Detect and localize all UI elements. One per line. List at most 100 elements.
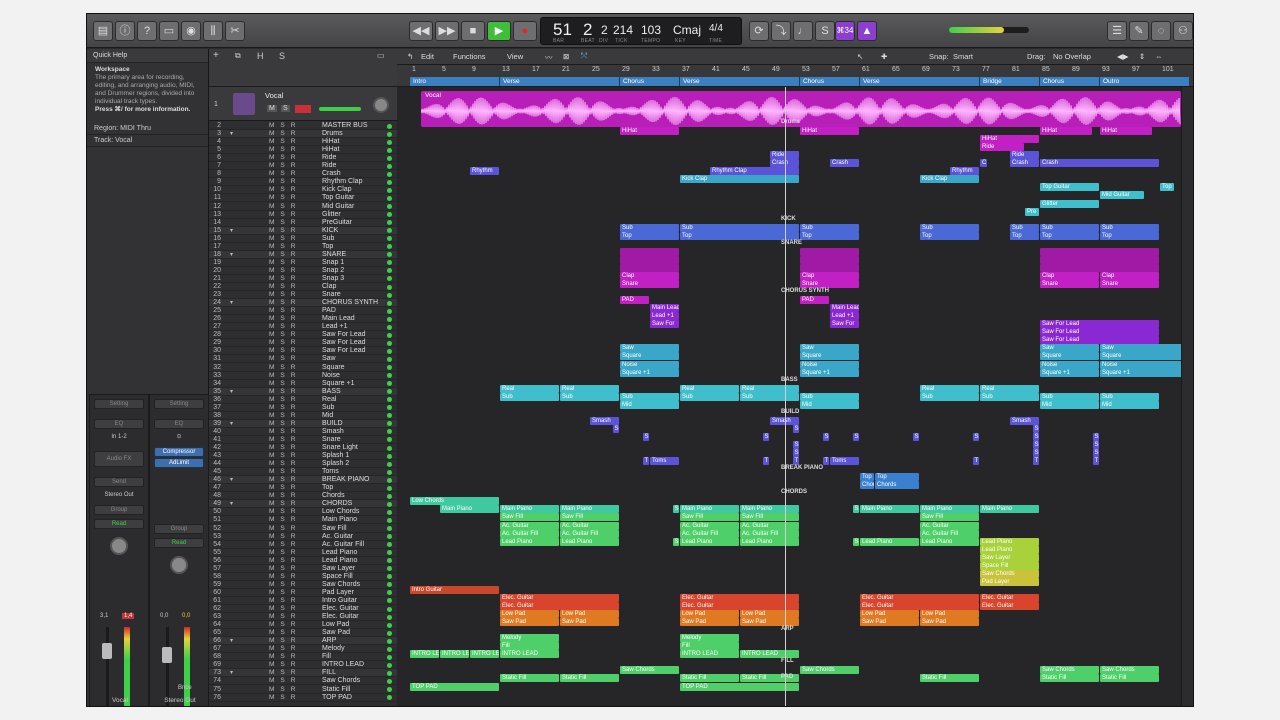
mute-solo-record-buttons[interactable]: MSR <box>269 661 301 669</box>
folder-disclosure-icon[interactable]: ▾ <box>230 227 233 235</box>
region[interactable]: Saw Fill <box>740 513 799 522</box>
region[interactable] <box>1040 247 1159 256</box>
mute-button[interactable]: M <box>267 105 277 112</box>
region[interactable]: Elec. Guitar <box>860 602 979 610</box>
eq-button[interactable]: EQ <box>94 419 144 429</box>
track-row[interactable]: 56 MSR Lead Piano <box>209 557 397 565</box>
region[interactable]: S <box>852 432 859 441</box>
region[interactable]: Elec. Guitar <box>980 593 1039 602</box>
region[interactable]: PAD <box>620 296 649 305</box>
hide-tracks-button[interactable]: H <box>257 51 264 61</box>
region[interactable]: HiHat <box>800 127 859 136</box>
region[interactable]: Lead Piano <box>980 537 1039 546</box>
mute-solo-record-buttons[interactable]: MSR <box>269 525 301 533</box>
track-row[interactable]: 53 MSR Ac. Guitar <box>209 533 397 541</box>
region[interactable]: Glitter <box>1040 199 1099 208</box>
track-row[interactable]: 5 MSR HiHat <box>209 146 397 155</box>
region[interactable]: Ac. Guitar <box>740 521 799 530</box>
region[interactable]: Sub <box>1100 392 1159 401</box>
arrangement-marker[interactable]: Outro <box>1100 77 1190 86</box>
region[interactable] <box>800 263 859 272</box>
region[interactable]: Saw Pad <box>560 618 619 627</box>
pan-knob[interactable] <box>373 97 389 113</box>
region[interactable]: Mid <box>800 400 859 409</box>
track-row[interactable]: 25 MSR PAD <box>209 307 397 316</box>
region[interactable]: Low Pad <box>500 610 559 619</box>
track-row[interactable]: 64 MSR Low Pad <box>209 621 397 630</box>
functions-menu[interactable]: Functions <box>453 52 486 61</box>
folder-disclosure-icon[interactable]: ▾ <box>230 388 233 396</box>
region[interactable]: Low Chords <box>410 497 499 506</box>
count-in-button[interactable]: ⌘34 <box>835 21 855 41</box>
region[interactable]: Mid <box>1100 400 1159 409</box>
horizontal-zoom-icon[interactable]: ⇔ <box>1155 52 1163 61</box>
region[interactable]: Chords <box>875 481 919 490</box>
region[interactable]: S <box>1092 441 1099 449</box>
region[interactable]: Ac. Guitar Fill <box>680 529 739 538</box>
track-row[interactable]: 35 ▾ MSR BASS <box>209 387 397 396</box>
plugin-adlimit[interactable]: AdLimit <box>154 458 204 468</box>
mute-solo-record-buttons[interactable]: MSR <box>269 283 301 291</box>
region[interactable]: Square +1 <box>1040 368 1099 377</box>
mute-solo-record-buttons[interactable]: MSR <box>269 581 301 589</box>
track-row[interactable]: 18 ▾ MSR SNARE <box>209 250 397 259</box>
region[interactable]: Ride <box>980 143 1024 152</box>
mute-solo-record-buttons[interactable]: MSR <box>269 468 301 476</box>
setting-button[interactable]: Setting <box>94 399 144 409</box>
smart-controls-icon[interactable]: ◉ <box>181 21 201 41</box>
region[interactable]: Square +1 <box>1100 368 1181 377</box>
mute-solo-record-buttons[interactable]: MSR <box>269 436 301 444</box>
region[interactable]: Low Pad <box>560 610 619 619</box>
region[interactable]: Rhythm <box>950 167 979 176</box>
region[interactable]: Main Piano <box>740 505 799 514</box>
region[interactable]: Lead Piano <box>980 545 1039 554</box>
arrangement-marker[interactable]: Chorus <box>1040 77 1100 86</box>
mute-solo-record-buttons[interactable]: MSR <box>269 396 301 404</box>
track-row[interactable]: 7 MSR Ride <box>209 162 397 171</box>
audio-fx-slot[interactable]: Audio FX <box>94 451 144 467</box>
region[interactable]: Sub <box>740 392 799 401</box>
region[interactable]: Top <box>1010 231 1039 240</box>
vertical-zoom-icon[interactable]: ⇕ <box>1139 52 1145 61</box>
region[interactable]: Snare <box>620 280 679 288</box>
region[interactable]: Clap <box>1040 271 1099 280</box>
region[interactable]: T <box>792 457 799 466</box>
region[interactable]: S <box>1032 424 1039 433</box>
arrangement-marker[interactable]: Chorus <box>800 77 860 86</box>
region[interactable]: S <box>792 441 799 449</box>
region[interactable]: Elec. Guitar <box>500 602 619 610</box>
mute-solo-record-buttons[interactable]: MSR <box>269 146 301 154</box>
region[interactable]: S <box>1032 441 1039 449</box>
track-row[interactable]: 59 MSR Saw Chords <box>209 581 397 589</box>
master-volume-slider[interactable] <box>949 27 1029 33</box>
region[interactable]: HiHat <box>1100 127 1152 136</box>
region[interactable]: Ride <box>1010 151 1039 160</box>
track-row[interactable]: 32 MSR Square <box>209 364 397 372</box>
track-row[interactable]: 30 MSR Saw For Lead <box>209 347 397 356</box>
play-icon[interactable]: ▶ <box>487 21 511 41</box>
mute-solo-record-buttons[interactable]: MSR <box>269 388 301 396</box>
region[interactable]: Top <box>1100 231 1159 240</box>
solo-icon[interactable]: S <box>815 21 835 41</box>
track-row[interactable]: 11 MSR Top Guitar <box>209 194 397 203</box>
region[interactable]: Static Fill <box>1100 674 1159 683</box>
track-row[interactable]: 17 MSR Top <box>209 243 397 251</box>
region[interactable]: T <box>1032 457 1039 466</box>
mute-solo-record-buttons[interactable]: MSR <box>269 686 301 694</box>
region-inspector-header[interactable]: Region: MIDI Thru <box>87 123 208 135</box>
track-row[interactable]: 8 MSR Crash <box>209 170 397 179</box>
quick-help-header[interactable]: Quick Help <box>87 49 208 63</box>
track-row[interactable]: 6 MSR Ride <box>209 154 397 163</box>
track-row[interactable]: 34 MSR Square +1 <box>209 380 397 388</box>
region[interactable]: Melody <box>500 634 559 643</box>
track-row[interactable]: 3 ▾ MSR Drums <box>209 130 397 139</box>
solo-tracks-button[interactable]: S <box>279 51 285 61</box>
track-row[interactable]: 58 MSR Space Fill <box>209 573 397 581</box>
track-row[interactable]: 15 ▾ MSR KICK <box>209 226 397 235</box>
mute-solo-record-buttons[interactable]: MSR <box>269 653 301 661</box>
region[interactable]: Fill <box>500 642 559 651</box>
region[interactable]: Sub <box>800 223 859 232</box>
track-row[interactable]: 51 MSR Main Piano <box>209 516 397 525</box>
mute-solo-record-buttons[interactable]: MSR <box>269 557 301 565</box>
tracks-area[interactable]: Vocal HiHat HiHat HiHat HiHat HiHat Ride Ride R… <box>397 87 1181 706</box>
